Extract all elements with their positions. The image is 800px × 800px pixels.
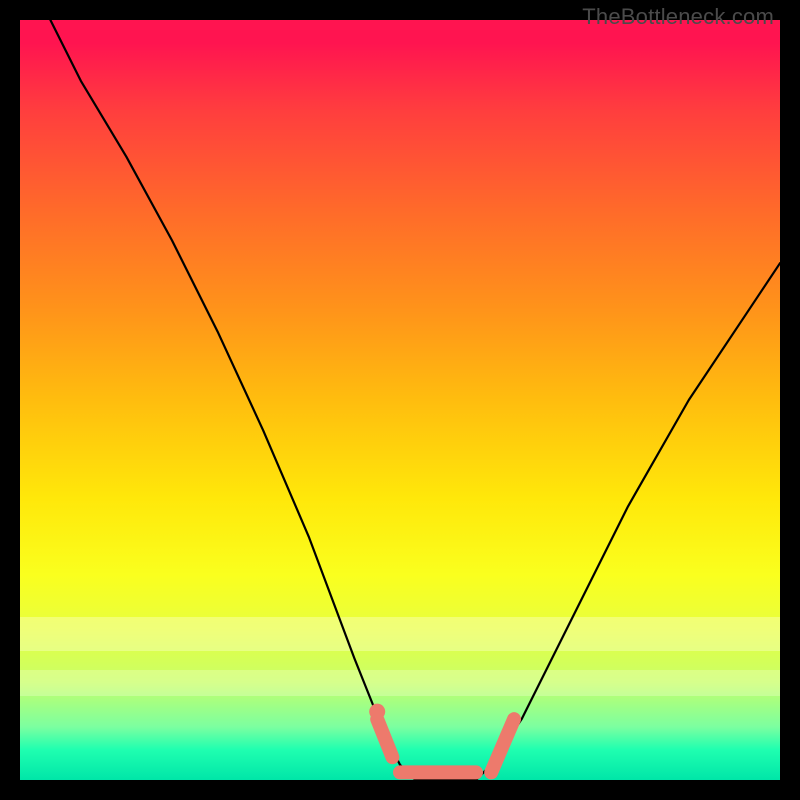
chart-frame: TheBottleneck.com [0,0,800,800]
highlight-dot [369,704,385,720]
highlight-seg-1 [377,719,392,757]
plot-area [20,20,780,780]
chart-svg [20,20,780,780]
bottleneck-curve [50,20,780,780]
highlight-group [369,704,514,773]
watermark-text: TheBottleneck.com [582,4,774,30]
highlight-seg-3 [491,719,514,772]
